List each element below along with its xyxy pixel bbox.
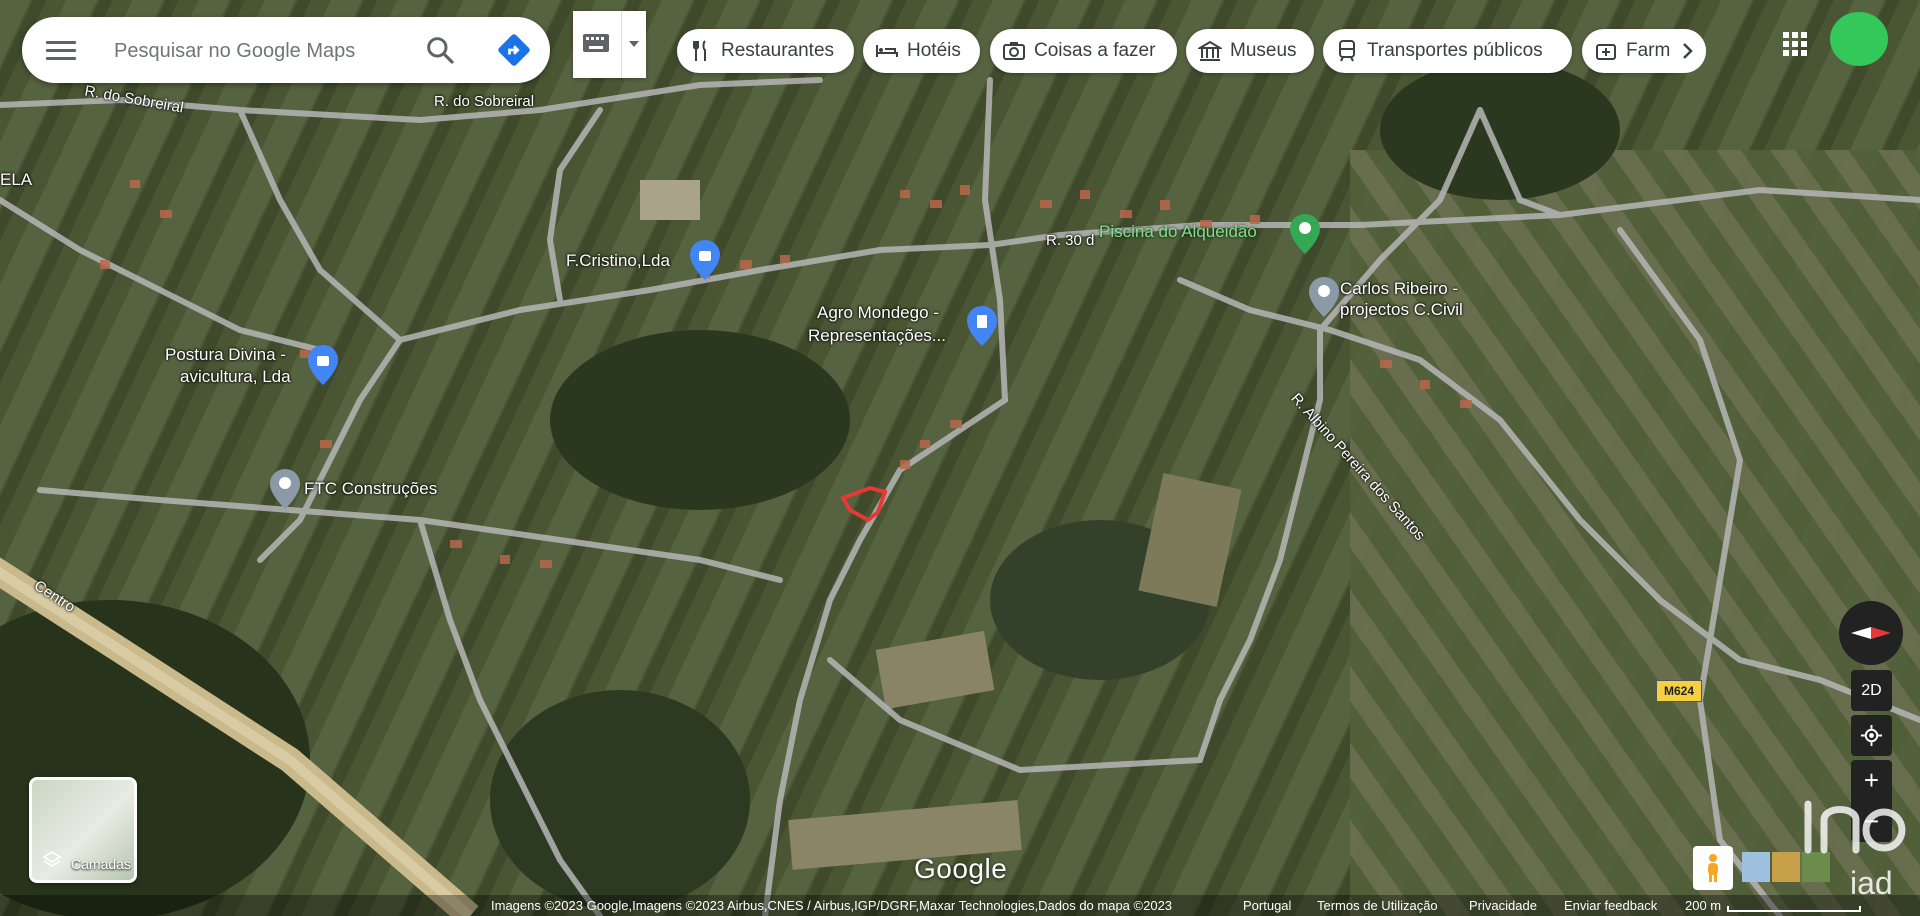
park-pin-icon[interactable] [1290, 214, 1320, 254]
apps-grid-icon[interactable] [1781, 30, 1809, 58]
road-badge-m624: M624 [1656, 680, 1702, 702]
chip-label: Hotéis [907, 40, 961, 61]
layers-label: Camadas [71, 856, 131, 872]
label-fcristino[interactable]: F.Cristino,Lda [566, 251, 670, 271]
country-link[interactable]: Portugal [1243, 898, 1291, 913]
label-carlos-2[interactable]: projectos C.Civil [1340, 300, 1463, 320]
search-icon[interactable] [424, 34, 456, 66]
compass-icon[interactable] [1839, 601, 1903, 665]
pharmacy-icon [1596, 44, 1616, 60]
museum-icon [1198, 40, 1222, 61]
scale-label[interactable]: 200 m [1685, 898, 1721, 913]
chip-restaurants[interactable]: Restaurantes [677, 29, 854, 73]
chip-transit[interactable]: Transportes públicos [1323, 29, 1572, 73]
menu-icon[interactable] [46, 38, 76, 62]
label-carlos-1[interactable]: Carlos Ribeiro - [1340, 279, 1458, 299]
satellite-map[interactable] [0, 0, 1920, 916]
chevron-down-icon[interactable] [627, 39, 641, 49]
bed-icon [876, 45, 898, 57]
search-box [22, 17, 550, 83]
google-logo: Google [914, 853, 1008, 884]
label-postura-2[interactable]: avicultura, Lda [180, 367, 291, 387]
pegman-icon [1708, 854, 1718, 882]
label-ftc[interactable]: FTC Construções [304, 479, 437, 499]
scale-bar [1727, 906, 1861, 912]
privacy-link[interactable]: Privacidade [1469, 898, 1537, 913]
chip-label: Restaurantes [721, 40, 835, 61]
layers-button[interactable]: Camadas [29, 777, 137, 883]
search-input[interactable] [112, 34, 436, 68]
place-pin-icon[interactable] [270, 469, 300, 509]
label-agro-2[interactable]: Representações... [808, 326, 946, 346]
my-location-icon[interactable] [1851, 715, 1892, 756]
keyboard-button[interactable] [573, 11, 646, 78]
divider [621, 11, 622, 78]
pegman-button[interactable] [1693, 846, 1733, 890]
place-pin-icon[interactable] [1309, 277, 1339, 317]
directions-icon[interactable] [496, 32, 532, 68]
camera-icon [1003, 42, 1025, 60]
chip-label: Transportes públicos [1367, 40, 1543, 61]
feedback-link[interactable]: Enviar feedback [1564, 898, 1657, 913]
label-agro-1[interactable]: Agro Mondego - [817, 303, 939, 323]
label-ela: ELA [0, 170, 33, 189]
shopping-pin-icon[interactable] [690, 240, 720, 280]
keyboard-icon [583, 34, 609, 52]
fork-knife-icon [693, 40, 706, 61]
terms-link[interactable]: Termos de Utilização [1317, 898, 1438, 913]
chip-things-to-do[interactable]: Coisas a fazer [990, 29, 1177, 73]
iad-watermark-logo: iad [1804, 800, 1906, 900]
label-piscina[interactable]: Piscina do Alqueidão [1099, 222, 1257, 242]
thumbnail-terrain[interactable] [1772, 852, 1800, 882]
chip-museums[interactable]: Museus [1186, 29, 1314, 73]
gas-pin-icon[interactable] [967, 306, 997, 346]
label-sobreiral-2: R. do Sobreiral [434, 93, 535, 110]
train-icon [1339, 40, 1355, 62]
label-r30: R. 30 d [1046, 232, 1095, 249]
shopping-pin-icon[interactable] [308, 345, 338, 385]
chip-label: Museus [1230, 40, 1297, 61]
chip-hotels[interactable]: Hotéis [863, 29, 980, 73]
imagery-attribution: Imagens ©2023 Google,Imagens ©2023 Airbu… [491, 898, 1173, 913]
label-postura-1[interactable]: Postura Divina - [165, 345, 286, 365]
view-2d-button[interactable]: 2D [1851, 670, 1892, 711]
thumbnail-sky[interactable] [1742, 852, 1770, 882]
chip-label: Coisas a fazer [1034, 40, 1156, 61]
avatar[interactable] [1830, 12, 1888, 66]
